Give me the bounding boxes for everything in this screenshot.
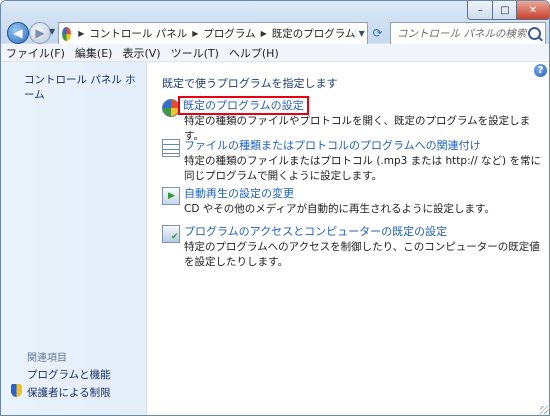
forward-button[interactable]: ▶ (29, 22, 51, 44)
help-icon[interactable]: ? (534, 64, 547, 77)
control-panel-home-link[interactable]: コントロール パネル ホーム (24, 72, 146, 102)
menu-edit[interactable]: 編集(E) (70, 45, 118, 61)
breadcrumb-default-programs[interactable]: 既定のプログラム (272, 26, 356, 41)
related-heading: 関連項目 (27, 353, 67, 364)
recent-pages-dropdown[interactable]: ▼ (49, 27, 55, 36)
highlight-box[interactable]: 既定のプログラムの設定 (178, 96, 309, 115)
address-dropdown-icon[interactable]: ▼ (355, 29, 367, 38)
content-area: コントロール パネル ホーム 関連項目 プログラムと機能 保護者による制限 ? … (1, 62, 549, 415)
menu-help[interactable]: ヘルプ(H) (224, 45, 284, 61)
control-panel-icon (62, 26, 72, 41)
set-default-programs-link[interactable]: 既定のプログラムの設定 (178, 96, 309, 115)
breadcrumb-programs[interactable]: プログラム (203, 26, 255, 41)
breadcrumb-separator[interactable]: ▶ (78, 29, 84, 38)
shield-icon (11, 384, 22, 397)
item-description: 特定の種類のファイルまたはプロトコル (.mp3 または http:// など)… (184, 155, 541, 182)
search-input[interactable]: コントロール パネルの検索 (391, 26, 526, 41)
item-description: CD やその他のメディアが自動的に再生されるように設定します。 (184, 203, 495, 215)
item-description: 特定のプログラムへのアクセスを制御したり、このコンピューターの既定値を設定したり… (184, 241, 540, 268)
close-button[interactable]: ✕ (516, 1, 549, 20)
file-association-link[interactable]: ファイルの種類またはプロトコルのプログラムへの関連付け (184, 137, 481, 153)
breadcrumb-separator[interactable]: ▶ (192, 29, 198, 38)
maximize-button[interactable]: □ (492, 1, 518, 20)
page-title: 既定で使うプログラムを指定します (162, 77, 338, 90)
breadcrumb-control-panel[interactable]: コントロール パネル (89, 26, 187, 41)
refresh-icon[interactable]: ⟳ (368, 22, 387, 43)
sidebar: コントロール パネル ホーム 関連項目 プログラムと機能 保護者による制限 (1, 62, 147, 415)
forward-arrow-icon: ▶ (35, 26, 45, 40)
back-button[interactable]: ◀ (7, 22, 29, 44)
back-arrow-icon: ◀ (13, 26, 23, 40)
search-box[interactable]: コントロール パネルの検索 (390, 22, 546, 45)
menu-bar: ファイル(F) 編集(E) 表示(V) ツール(T) ヘルプ(H) (1, 44, 549, 61)
autoplay-settings-link[interactable]: 自動再生の設定の変更 (184, 185, 294, 201)
resize-grip[interactable] (540, 406, 548, 414)
program-access-icon (162, 225, 180, 243)
programs-and-features-link[interactable]: プログラムと機能 (27, 367, 111, 382)
search-icon[interactable] (528, 27, 541, 40)
minimize-button[interactable]: – (467, 1, 494, 20)
breadcrumb-separator[interactable]: ▶ (261, 29, 267, 38)
title-bar: – □ ✕ ◀ ▶ ▼ ▶ コントロール パネル ▶ プログラム ▶ 既定のプロ… (1, 1, 549, 45)
control-panel-window: – □ ✕ ◀ ▶ ▼ ▶ コントロール パネル ▶ プログラム ▶ 既定のプロ… (0, 0, 550, 416)
menu-file[interactable]: ファイル(F) (1, 45, 70, 61)
menu-view[interactable]: 表示(V) (117, 45, 165, 61)
program-access-link[interactable]: プログラムのアクセスとコンピューターの既定の設定 (184, 223, 447, 239)
address-bar[interactable]: ▶ コントロール パネル ▶ プログラム ▶ 既定のプログラム ▼ (58, 22, 368, 45)
file-association-icon (162, 139, 180, 157)
menu-tools[interactable]: ツール(T) (166, 45, 224, 61)
autoplay-icon (162, 187, 180, 205)
parental-controls-link[interactable]: 保護者による制限 (27, 385, 111, 400)
